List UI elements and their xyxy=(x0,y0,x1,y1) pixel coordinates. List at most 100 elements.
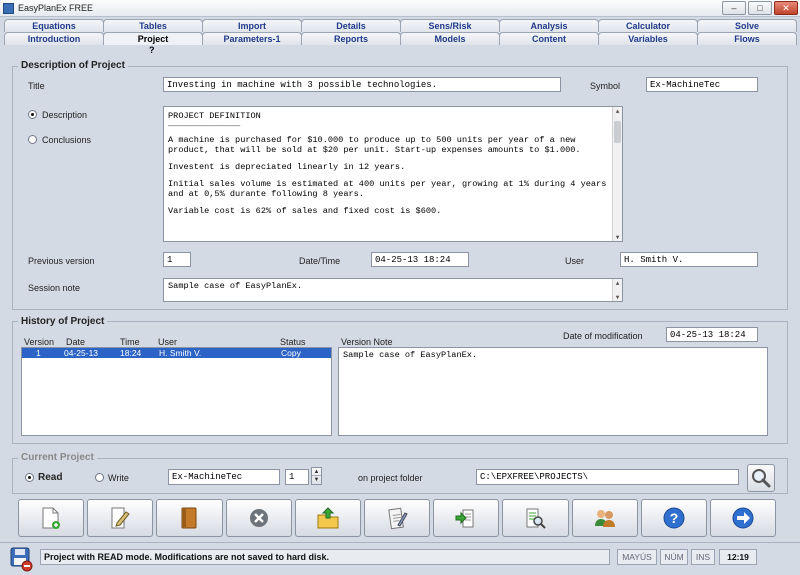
tab-equations[interactable]: Equations xyxy=(4,19,104,32)
window-title: EasyPlanEx FREE xyxy=(18,3,94,13)
tab-tables[interactable]: Tables xyxy=(103,19,203,32)
tab-details[interactable]: Details xyxy=(301,19,401,32)
session-note-scrollbar[interactable]: ▲ ▼ xyxy=(612,279,622,301)
book-button[interactable] xyxy=(156,499,223,537)
next-button[interactable] xyxy=(709,499,777,537)
history-status-cell: Copy xyxy=(281,348,301,358)
scroll-down-icon[interactable]: ▼ xyxy=(613,293,622,301)
minimize-button[interactable]: – xyxy=(722,1,746,15)
title-field[interactable]: Investing in machine with 3 possible tec… xyxy=(163,77,561,92)
date-mod-label: Date of modification xyxy=(563,331,643,341)
datetime-field: 04-25-13 18:24 xyxy=(371,252,469,267)
help-button[interactable]: ? xyxy=(640,499,707,537)
next-arrow-icon xyxy=(732,507,754,529)
col-status: Status xyxy=(280,337,306,347)
symbol-label: Symbol xyxy=(590,81,621,91)
copy-file-button[interactable] xyxy=(433,499,500,537)
tab-solve[interactable]: Solve xyxy=(697,19,797,32)
status-message: Project with READ mode. Modifications ar… xyxy=(40,549,610,565)
tab-sens-risk[interactable]: Sens/Risk xyxy=(400,19,500,32)
user-field[interactable]: H. Smith V. xyxy=(620,252,758,267)
write-radio-label: Write xyxy=(108,473,129,483)
project-folder-field[interactable]: C:\EPXFREE\PROJECTS\ xyxy=(476,469,739,485)
current-project-field[interactable]: Ex-MachineTec xyxy=(168,469,280,485)
delete-button[interactable] xyxy=(225,499,292,537)
tab-calculator[interactable]: Calculator xyxy=(598,19,698,32)
title-bar: EasyPlanEx FREE – □ ✕ xyxy=(0,0,800,17)
scroll-up-icon[interactable]: ▲ xyxy=(613,107,622,115)
session-note-text: Sample case of EasyPlanEx. xyxy=(168,281,303,291)
conclusions-radio-label: Conclusions xyxy=(42,135,92,145)
disk-read-only-icon xyxy=(10,547,33,572)
history-list[interactable]: 1 04-25-13 18:24 H. Smith V. Copy xyxy=(21,347,332,436)
description-radio-label: Description xyxy=(42,110,88,120)
browse-folder-button[interactable] xyxy=(747,464,775,492)
title-label: Title xyxy=(28,81,45,91)
description-radio[interactable] xyxy=(28,110,37,119)
scroll-down-icon[interactable]: ▼ xyxy=(613,233,622,241)
history-version-cell: 1 xyxy=(36,348,41,358)
datetime-label: Date/Time xyxy=(299,256,341,266)
version-note-label: Version Note xyxy=(341,337,393,347)
users-icon xyxy=(594,510,615,527)
close-button[interactable]: ✕ xyxy=(774,1,798,15)
description-scrollbar[interactable]: ▲ ▼ xyxy=(612,107,622,241)
new-document-icon xyxy=(42,507,61,529)
write-radio[interactable] xyxy=(95,473,104,482)
symbol-field[interactable]: Ex-MachineTec xyxy=(646,77,758,92)
description-heading: PROJECT DEFINITION xyxy=(168,111,261,121)
table-row[interactable]: 1 04-25-13 18:24 H. Smith V. Copy xyxy=(22,348,331,358)
description-paragraph: Initial sales volume is estimated at 400… xyxy=(168,179,612,199)
tab-introduction[interactable]: Introduction xyxy=(4,32,104,45)
description-text-area[interactable]: PROJECT DEFINITION —————————————— A mach… xyxy=(163,106,623,242)
caps-indicator: MAYÚS xyxy=(617,549,657,565)
description-paragraph: Investent is depreciated linearly in 12 … xyxy=(168,162,406,172)
maximize-button[interactable]: □ xyxy=(748,1,772,15)
tab-project[interactable]: Project xyxy=(103,32,203,45)
session-note-field[interactable]: Sample case of EasyPlanEx. ▲ ▼ xyxy=(163,278,623,302)
new-project-button[interactable] xyxy=(18,499,85,537)
tab-variables[interactable]: Variables xyxy=(598,32,698,45)
version-note-text: Sample case of EasyPlanEx. xyxy=(343,350,478,360)
notes-button[interactable] xyxy=(363,499,431,537)
description-paragraph: A machine is purchased for $10.000 to pr… xyxy=(168,135,581,155)
num-indicator: NÚM xyxy=(660,549,688,565)
tab-reports[interactable]: Reports xyxy=(301,32,401,45)
tab-content[interactable]: Content xyxy=(499,32,599,45)
col-time: Time xyxy=(120,337,140,347)
delete-icon xyxy=(249,509,268,527)
tab-row-bottom: Introduction Project Parameters-1 Report… xyxy=(4,32,797,45)
stepper-down-icon[interactable]: ▼ xyxy=(312,476,321,484)
tab-import[interactable]: Import xyxy=(202,19,302,32)
edit-icon xyxy=(111,507,131,529)
read-radio-label: Read xyxy=(38,472,63,483)
current-version-field[interactable]: 1 xyxy=(285,469,309,485)
scroll-thumb[interactable] xyxy=(614,121,621,143)
description-paragraph: Variable cost is 62% of sales and fixed … xyxy=(168,206,442,216)
conclusions-radio[interactable] xyxy=(28,135,37,144)
history-time-cell: 18:24 xyxy=(120,348,142,358)
tab-analysis[interactable]: Analysis xyxy=(499,19,599,32)
scroll-up-icon[interactable]: ▲ xyxy=(613,279,622,287)
stepper-up-icon[interactable]: ▲ xyxy=(312,468,321,476)
read-radio[interactable] xyxy=(25,473,34,482)
book-icon xyxy=(181,507,197,529)
tab-parameters-1[interactable]: Parameters-1 xyxy=(202,32,302,45)
edit-button[interactable] xyxy=(87,499,154,537)
svg-text:?: ? xyxy=(670,510,679,526)
session-note-label: Session note xyxy=(28,283,81,293)
version-note-area[interactable]: Sample case of EasyPlanEx. xyxy=(338,347,768,436)
upload-button[interactable] xyxy=(294,499,361,537)
tab-models[interactable]: Models xyxy=(400,32,500,45)
col-version: Version xyxy=(24,337,55,347)
search-file-button[interactable] xyxy=(502,499,569,537)
user-label: User xyxy=(565,256,585,266)
ins-indicator: INS xyxy=(691,549,715,565)
version-stepper[interactable]: ▲ ▼ xyxy=(311,467,322,485)
previous-version-field[interactable]: 1 xyxy=(163,252,191,267)
users-button[interactable] xyxy=(571,499,638,537)
tab-flows[interactable]: Flows xyxy=(697,32,797,45)
help-mark[interactable]: ? xyxy=(149,45,155,55)
search-file-icon xyxy=(526,508,547,529)
previous-version-label: Previous version xyxy=(28,256,95,266)
